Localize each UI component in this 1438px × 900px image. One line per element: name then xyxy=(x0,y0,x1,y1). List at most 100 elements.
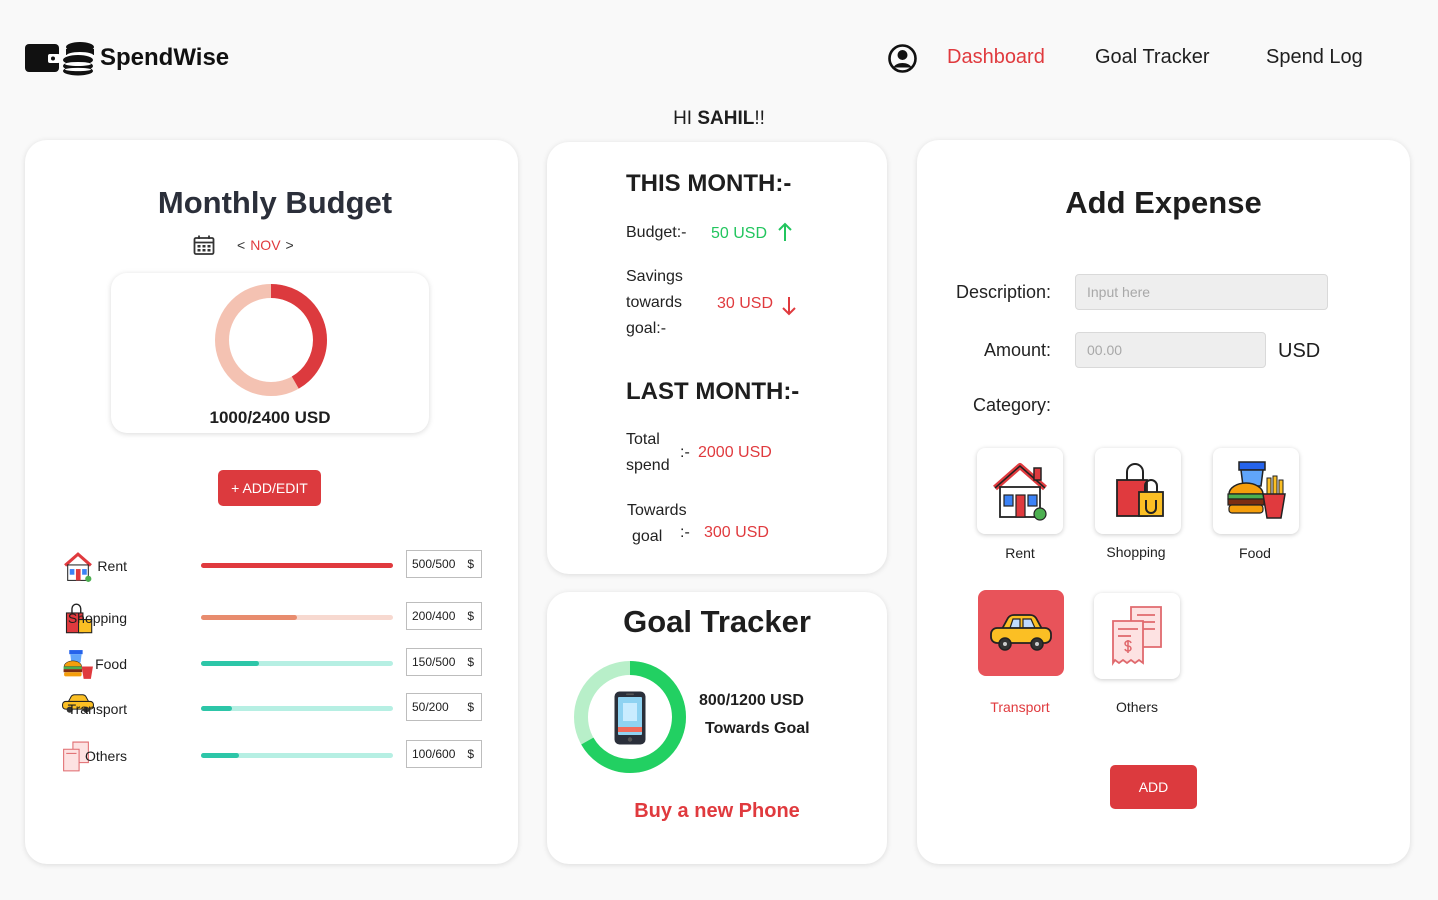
category-label-shopping: Shopping xyxy=(1106,544,1166,560)
budget-row-label: Rent xyxy=(97,558,127,574)
category-tile-shopping[interactable] xyxy=(1095,448,1181,534)
budget-progress-fill xyxy=(201,615,297,620)
budget-value-text: 50 USD xyxy=(711,225,768,242)
nav-dashboard[interactable]: Dashboard xyxy=(947,46,1045,69)
budget-amount-value: 50/200 xyxy=(412,700,449,714)
towards-goal-value: 300 USD xyxy=(704,524,769,541)
budget-row-rent: Rent 500/500 $ xyxy=(61,550,482,582)
amount-input[interactable] xyxy=(1075,332,1266,368)
total-spend-value: 2000 USD xyxy=(698,444,772,461)
budget-row-shopping: Shopping 200/400 $ xyxy=(61,602,482,634)
towards-goal-label: Towards goal xyxy=(627,498,687,550)
savings-label-line3: goal:- xyxy=(626,320,667,337)
amount-label: Amount: xyxy=(983,340,1051,360)
budget-amount-field[interactable]: 50/200 $ xyxy=(406,693,482,721)
budget-progress-bar xyxy=(201,563,393,568)
app-logo[interactable]: SpendWise xyxy=(24,40,229,76)
user-avatar-icon[interactable] xyxy=(888,44,917,73)
month-selector: < NOV > xyxy=(193,235,294,255)
greeting: HI SAHIL!! xyxy=(0,108,1438,130)
budget-row-label: Shopping xyxy=(67,610,127,626)
description-label: Description: xyxy=(955,282,1051,302)
calendar-icon[interactable] xyxy=(193,235,215,255)
towards-goal-label-line2: goal xyxy=(632,528,663,545)
category-label-rent: Rent xyxy=(1005,545,1035,561)
towards-goal-sep: :- xyxy=(680,524,690,541)
arrow-down-icon xyxy=(782,297,796,316)
total-spend-label-line1: Total xyxy=(626,431,660,448)
current-month: NOV xyxy=(250,237,281,253)
goal-tracker-title: Goal Tracker xyxy=(623,604,811,639)
house-icon xyxy=(993,463,1047,521)
monthly-budget-card: Monthly Budget < NOV > 1000/2400 USD + A… xyxy=(25,140,518,864)
budget-amount-value: 100/600 xyxy=(412,747,456,761)
last-month-heading: LAST MONTH:- xyxy=(626,378,800,405)
goal-tracker-card: Goal Tracker 800/1200 USD Towards Goal B… xyxy=(547,592,887,864)
budget-row-label: Transport xyxy=(67,701,127,717)
wallet-coins-icon xyxy=(25,42,94,76)
description-input[interactable] xyxy=(1075,274,1328,310)
shopping-bags-icon xyxy=(1116,463,1164,517)
goal-amount: 800/1200 USD xyxy=(699,692,804,709)
category-label-transport: Transport xyxy=(990,699,1050,715)
budget-amount-currency: $ xyxy=(467,609,474,623)
budget-progress-bar xyxy=(201,753,393,758)
budget-progress-bar xyxy=(201,615,393,620)
category-tile-others[interactable] xyxy=(1094,593,1180,679)
budget-progress-fill xyxy=(201,753,240,758)
goal-name[interactable]: Buy a new Phone xyxy=(547,800,887,823)
budget-amount-field[interactable]: 150/500 $ xyxy=(406,648,482,676)
savings-label-line2: towards xyxy=(626,294,683,311)
budget-value: 50 USD xyxy=(711,222,793,243)
budget-progress-bar xyxy=(201,706,393,711)
savings-label-line1: Savings xyxy=(626,268,683,285)
nav-goal-tracker[interactable]: Goal Tracker xyxy=(1095,46,1209,69)
category-tile-transport[interactable] xyxy=(978,590,1064,676)
total-spend-label-line2: spend xyxy=(626,457,670,474)
phone-icon xyxy=(614,691,646,745)
amount-currency: USD xyxy=(1278,340,1321,362)
category-tile-food[interactable] xyxy=(1213,448,1299,534)
budget-label: Budget:- xyxy=(626,224,687,241)
budget-row-transport: Transport 50/200 $ xyxy=(61,693,482,723)
nav-spend-log[interactable]: Spend Log xyxy=(1266,46,1363,69)
budget-row-others: Others 100/600 $ xyxy=(61,740,482,772)
budget-progress-fill xyxy=(201,661,259,666)
category-label-others: Others xyxy=(1115,699,1158,715)
house-icon xyxy=(61,550,95,584)
budget-amount-value: 200/400 xyxy=(412,609,456,623)
budget-amount-field[interactable]: 100/600 $ xyxy=(406,740,482,768)
category-label: Category: xyxy=(972,395,1051,415)
budget-progress-fill xyxy=(201,563,393,568)
this-month-heading: THIS MONTH:- xyxy=(626,170,792,197)
budget-amount-currency: $ xyxy=(467,655,474,669)
monthly-budget-title: Monthly Budget xyxy=(157,185,393,220)
budget-row-label: Food xyxy=(95,656,127,672)
budget-amount-currency: $ xyxy=(467,557,474,571)
next-month-button[interactable]: > xyxy=(286,237,294,253)
budget-row-food: Food 150/500 $ xyxy=(61,648,482,679)
monthly-summary-card: THIS MONTH:- Budget:- 50 USD Savings tow… xyxy=(547,142,887,574)
add-edit-button[interactable]: + ADD/EDIT xyxy=(218,470,321,506)
category-tile-rent[interactable] xyxy=(977,448,1063,534)
greeting-user-name: SAHIL xyxy=(697,108,755,129)
budget-donut-chart xyxy=(215,284,327,396)
budget-total: 1000/2400 USD xyxy=(209,408,331,427)
category-label-food: Food xyxy=(1239,545,1271,561)
budget-donut-panel: 1000/2400 USD xyxy=(111,273,429,433)
budget-progress-bar xyxy=(201,661,393,666)
budget-amount-currency: $ xyxy=(467,747,474,761)
budget-progress-fill xyxy=(201,706,232,711)
budget-amount-currency: $ xyxy=(467,700,474,714)
towards-goal-label-line1: Towards xyxy=(627,502,687,519)
add-expense-title: Add Expense xyxy=(1065,185,1262,220)
add-expense-button[interactable]: ADD xyxy=(1110,765,1197,809)
budget-row-label: Others xyxy=(84,748,127,764)
budget-amount-value: 500/500 xyxy=(412,557,456,571)
budget-amount-field[interactable]: 200/400 $ xyxy=(406,602,482,630)
prev-month-button[interactable]: < xyxy=(237,237,245,253)
budget-amount-field[interactable]: 500/500 $ xyxy=(406,550,482,578)
savings-value-text: 30 USD xyxy=(717,295,774,312)
car-icon xyxy=(990,614,1052,651)
goal-subtitle: Towards Goal xyxy=(705,720,810,737)
